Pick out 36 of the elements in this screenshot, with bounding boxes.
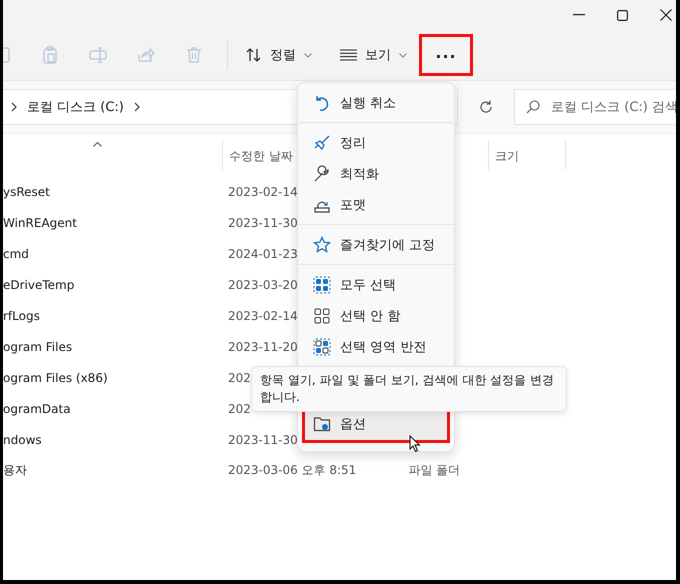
modified-date: 202: [228, 370, 251, 384]
modified-date: 2024-01-23: [228, 246, 298, 260]
path-segment[interactable]: 로컬 디스크 (C:): [27, 98, 124, 116]
tooltip: 항목 열기, 파일 및 폴더 보기, 검색에 대한 설정을 변경합니다.: [251, 366, 567, 412]
search-field[interactable]: 로컬 디스크 (C:) 검색: [514, 89, 676, 125]
column-header[interactable]: 크기: [488, 140, 566, 170]
file-type: 파일 폴더: [408, 462, 460, 479]
file-name[interactable]: ogram Files: [3, 340, 228, 354]
modified-date: 2023-02-14: [228, 184, 298, 198]
view-button[interactable]: 보기: [334, 38, 413, 72]
menu-item[interactable]: 정리: [302, 127, 450, 158]
file-name[interactable]: 용자: [3, 462, 228, 479]
modified-date: 2023-03-20: [228, 278, 298, 292]
menu-item[interactable]: 포맷: [302, 189, 450, 220]
file-name[interactable]: ogram Files (x86): [3, 370, 228, 384]
menu-item[interactable]: 선택 영역 반전: [302, 331, 450, 362]
modified-date: 2023-03-06 오후 8:51: [228, 462, 356, 479]
menu-item[interactable]: 최적화: [302, 158, 450, 189]
modified-date: 202: [228, 402, 251, 416]
file-name[interactable]: WinREAgent: [3, 216, 228, 230]
file-name[interactable]: cmd: [3, 246, 228, 260]
menu-item[interactable]: 실행 취소: [302, 87, 450, 118]
modified-date: 2023-11-30: [228, 432, 298, 446]
menu-item[interactable]: 선택 안 함: [302, 300, 450, 331]
file-name[interactable]: ndows: [3, 432, 228, 446]
file-name[interactable]: eDriveTemp: [3, 278, 228, 292]
menu-item[interactable]: 모두 선택: [302, 269, 450, 300]
more-button[interactable]: ...: [419, 34, 473, 76]
modified-date: 2023-02-14: [228, 308, 298, 322]
modified-date: 2023-11-30: [228, 216, 298, 230]
modified-date: 2023-11-20: [228, 340, 298, 354]
file-name[interactable]: ogramData: [3, 402, 228, 416]
file-name[interactable]: rfLogs: [3, 308, 228, 322]
menu-item[interactable]: 즐겨찾기에 고정: [302, 229, 450, 260]
sort-button[interactable]: 정렬: [240, 38, 318, 72]
file-name[interactable]: ysReset: [3, 184, 228, 198]
